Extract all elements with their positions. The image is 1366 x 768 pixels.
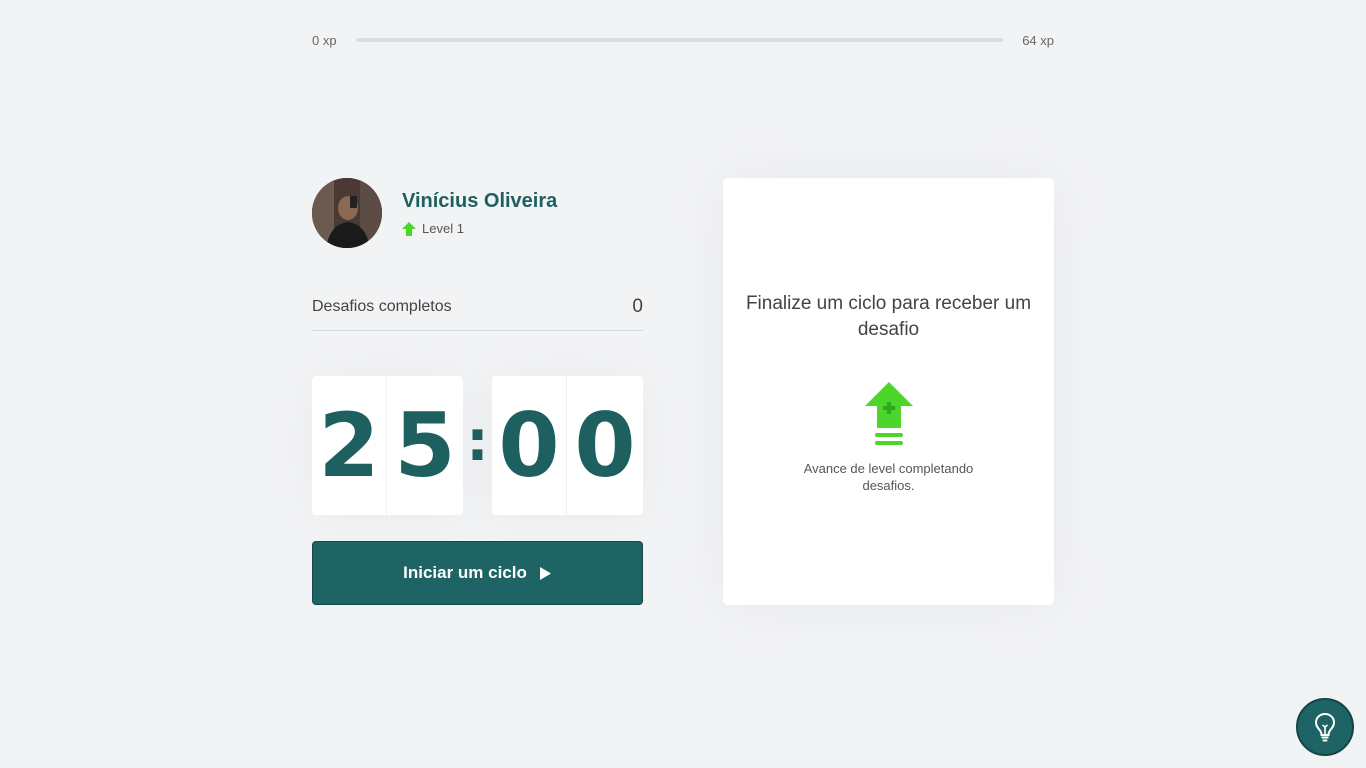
level-up-arrow-icon [402,221,416,236]
xp-track [355,38,1004,42]
challenge-card: Finalize um ciclo para receber um desafi… [723,178,1054,605]
completed-challenges: Desafios completos 0 [312,292,643,331]
start-cycle-button[interactable]: Iniciar um ciclo [312,541,643,605]
profile-info: Vinícius Oliveira Level 1 [402,190,557,236]
user-level: Level 1 [402,221,557,236]
challenge-card-text: Avance de level completando desafios. [803,461,974,493]
start-cycle-label: Iniciar um ciclo [403,563,527,582]
completed-challenges-label: Desafios completos [312,298,452,315]
countdown: 2 5 : 0 0 [312,376,643,515]
second-digit-tens: 0 [492,376,567,515]
xp-bar: 0 xp 64 xp [312,31,1054,49]
profile: Vinícius Oliveira Level 1 [312,178,557,248]
countdown-minutes: 2 5 [312,376,463,515]
countdown-separator: : [466,409,489,474]
minute-digit-units: 5 [394,394,456,497]
lightbulb-icon [1314,712,1336,742]
countdown-seconds: 0 0 [492,376,643,515]
minute-digit-tens: 2 [312,376,387,515]
user-name: Vinícius Oliveira [402,190,558,212]
user-level-label: Level 1 [422,221,464,236]
challenge-card-title: Finalize um ciclo para receber um desafi… [745,293,1032,340]
xp-min-label: 0 xp [312,32,337,48]
xp-max-label: 64 xp [1022,32,1054,48]
second-digit-units: 0 [574,394,636,497]
play-icon [539,566,551,580]
avatar-image [312,178,382,248]
hint-button[interactable] [1296,698,1354,756]
completed-challenges-count: 0 [632,296,643,317]
level-up-icon [864,382,913,445]
page: 0 xp 64 xp Vinícius Oliveira Level 1 Des… [0,0,1366,768]
avatar [312,178,382,248]
